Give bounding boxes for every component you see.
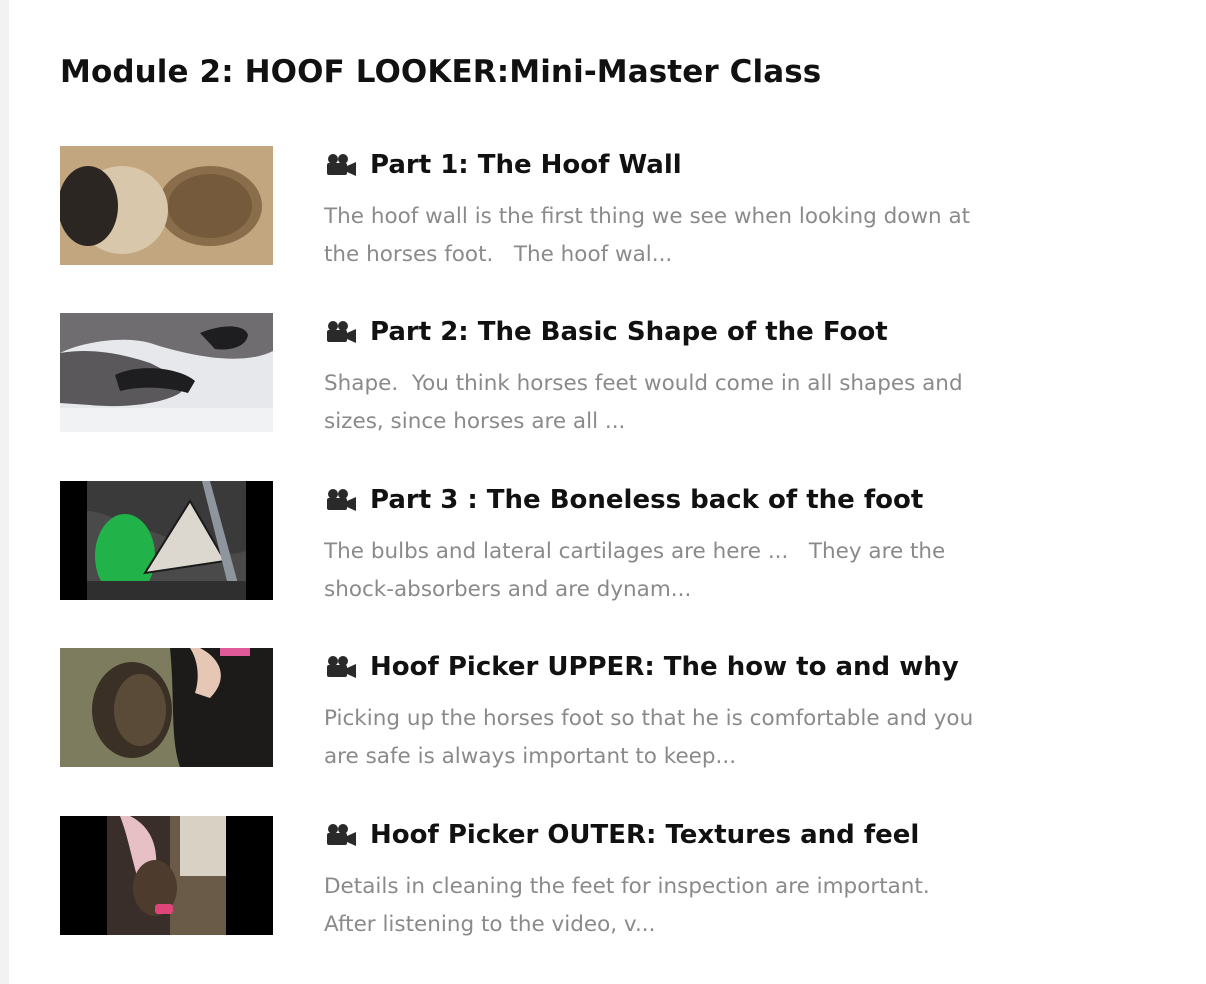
movie-camera-icon (324, 320, 358, 344)
lesson-title-text[interactable]: Hoof Picker UPPER: The how to and why (370, 652, 959, 682)
module-title: Module 2: HOOF LOOKER:Mini-Master Class (60, 54, 822, 90)
lesson-title[interactable]: Hoof Picker OUTER: Textures and feel (324, 820, 919, 850)
lesson-description: The hoof wall is the first thing we see … (324, 204, 971, 267)
lesson-title-text[interactable]: Part 2: The Basic Shape of the Foot (370, 317, 888, 347)
lesson-description: Picking up the horses foot so that he is… (324, 706, 974, 769)
left-border (0, 0, 9, 984)
lesson-item-3[interactable]: Part 3 : The Boneless back of the foot T… (60, 481, 1060, 611)
lesson-thumbnail[interactable] (60, 816, 273, 935)
lesson-thumbnail[interactable] (60, 146, 273, 265)
lesson-item-2[interactable]: Part 2: The Basic Shape of the Foot Shap… (60, 313, 1060, 443)
movie-camera-icon (324, 153, 358, 177)
lesson-item-5[interactable]: Hoof Picker OUTER: Textures and feel Det… (60, 816, 1060, 946)
lesson-title-text[interactable]: Hoof Picker OUTER: Textures and feel (370, 820, 919, 850)
movie-camera-icon (324, 488, 358, 512)
lesson-title[interactable]: Part 1: The Hoof Wall (324, 150, 682, 180)
page: Module 2: HOOF LOOKER:Mini-Master Class (0, 0, 1206, 984)
movie-camera-icon (324, 655, 358, 679)
lesson-title[interactable]: Hoof Picker UPPER: The how to and why (324, 652, 959, 682)
lesson-thumbnail[interactable] (60, 313, 273, 432)
lesson-title-text[interactable]: Part 3 : The Boneless back of the foot (370, 485, 923, 515)
movie-camera-icon (324, 823, 358, 847)
lesson-description: The bulbs and lateral cartilages are her… (324, 539, 946, 602)
lesson-title[interactable]: Part 2: The Basic Shape of the Foot (324, 317, 888, 347)
lesson-thumbnail[interactable] (60, 648, 273, 767)
lesson-thumbnail[interactable] (60, 481, 273, 600)
lesson-title[interactable]: Part 3 : The Boneless back of the foot (324, 485, 923, 515)
lesson-item-1[interactable]: Part 1: The Hoof Wall The hoof wall is t… (60, 146, 1060, 276)
lesson-description: Shape. You think horses feet would come … (324, 371, 963, 434)
lesson-item-4[interactable]: Hoof Picker UPPER: The how to and why Pi… (60, 648, 1060, 778)
lesson-title-text[interactable]: Part 1: The Hoof Wall (370, 150, 682, 180)
lesson-description: Details in cleaning the feet for inspect… (324, 874, 930, 937)
